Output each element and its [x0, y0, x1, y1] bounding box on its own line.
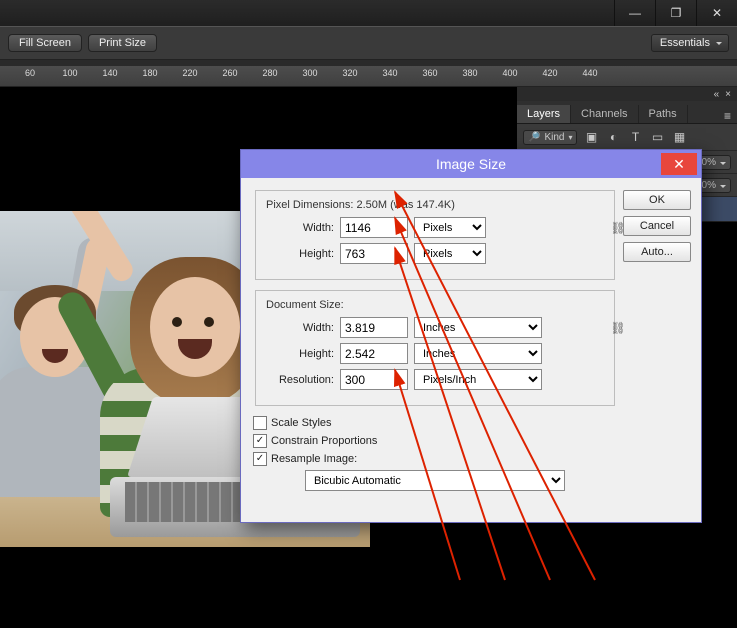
resolution-unit[interactable]: Pixels/Inch: [414, 369, 542, 390]
pixel-width-input[interactable]: [340, 217, 408, 238]
window-minimize-button[interactable]: —: [614, 0, 655, 26]
document-size-legend: Document Size:: [266, 299, 604, 311]
filter-image-icon[interactable]: ▣: [583, 129, 599, 145]
tab-channels[interactable]: Channels: [571, 105, 638, 123]
scale-styles-checkbox[interactable]: Scale Styles: [253, 416, 617, 430]
pixel-width-unit[interactable]: Pixels: [414, 217, 486, 238]
horizontal-ruler: 60 100 140 180 220 260 280 300 320 340 3…: [0, 66, 737, 87]
layer-filter-kind[interactable]: 🔎 Kind ▾: [523, 130, 577, 145]
filter-shape-icon[interactable]: ▭: [649, 129, 665, 145]
canvas-area: « × Layers Channels Paths ≡ 🔎 Kind ▾ ▣ ◐…: [0, 87, 737, 628]
pixel-height-label: Height:: [266, 248, 334, 260]
panel-close-icon[interactable]: ×: [725, 89, 731, 100]
tab-paths[interactable]: Paths: [639, 105, 688, 123]
filter-text-icon[interactable]: T: [627, 129, 643, 145]
document-size-group: Document Size: Width: Inches Height: Inc…: [255, 290, 615, 406]
doc-height-input[interactable]: [340, 343, 408, 364]
doc-width-label: Width:: [266, 322, 334, 334]
window-close-button[interactable]: ✕: [696, 0, 737, 26]
panel-collapse-icon[interactable]: «: [714, 89, 720, 100]
dialog-close-button[interactable]: ✕: [661, 153, 697, 175]
doc-width-input[interactable]: [340, 317, 408, 338]
resolution-label: Resolution:: [266, 374, 334, 386]
constrain-label: Constrain Proportions: [271, 435, 377, 447]
workspace-switcher[interactable]: Essentials: [651, 34, 729, 52]
ok-button[interactable]: OK: [623, 190, 691, 210]
pixel-dimensions-legend: Pixel Dimensions: 2.50M (was 147.4K): [266, 199, 604, 211]
panel-menu-icon[interactable]: ≡: [718, 109, 737, 123]
pixel-dimensions-group: Pixel Dimensions: 2.50M (was 147.4K) Wid…: [255, 190, 615, 280]
scale-styles-label: Scale Styles: [271, 417, 332, 429]
image-size-dialog: Image Size ✕ OK Cancel Auto... Pixel Dim…: [240, 149, 702, 523]
doc-width-unit[interactable]: Inches: [414, 317, 542, 338]
search-icon: 🔎: [528, 132, 540, 143]
dialog-title-text: Image Size: [436, 156, 506, 172]
resample-label: Resample Image:: [271, 453, 357, 465]
link-icon[interactable]: ⛓: [608, 321, 628, 335]
doc-height-unit[interactable]: Inches: [414, 343, 542, 364]
resolution-input[interactable]: [340, 369, 408, 390]
pixel-height-input[interactable]: [340, 243, 408, 264]
pixel-height-unit[interactable]: Pixels: [414, 243, 486, 264]
print-size-button[interactable]: Print Size: [88, 34, 157, 52]
resample-method-select[interactable]: Bicubic Automatic: [305, 470, 565, 491]
doc-height-label: Height:: [266, 348, 334, 360]
filter-fx-icon[interactable]: ▦: [671, 129, 687, 145]
layer-filter-label: Kind: [544, 132, 564, 143]
auto-button[interactable]: Auto...: [623, 242, 691, 262]
options-bar: Fill Screen Print Size Essentials: [0, 26, 737, 60]
link-icon[interactable]: ⛓: [608, 221, 628, 235]
constrain-proportions-checkbox[interactable]: ✓Constrain Proportions: [253, 434, 617, 448]
fill-screen-button[interactable]: Fill Screen: [8, 34, 82, 52]
pixel-width-label: Width:: [266, 222, 334, 234]
resample-image-checkbox[interactable]: ✓Resample Image:: [253, 452, 617, 466]
filter-adjust-icon[interactable]: ◐: [605, 129, 621, 145]
tab-layers[interactable]: Layers: [517, 105, 571, 123]
dialog-titlebar: Image Size ✕: [241, 150, 701, 178]
window-restore-button[interactable]: ❐: [655, 0, 696, 26]
app-titlebar: — ❐ ✕: [0, 0, 737, 26]
cancel-button[interactable]: Cancel: [623, 216, 691, 236]
